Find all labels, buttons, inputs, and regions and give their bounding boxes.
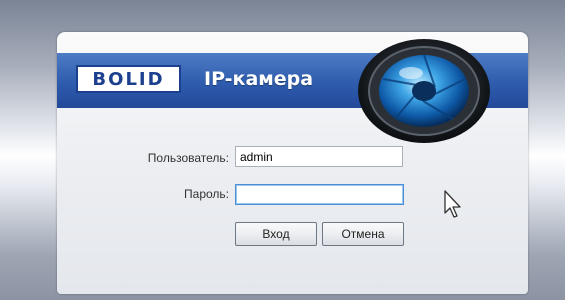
username-input[interactable] — [235, 146, 403, 167]
username-label: Пользователь: — [147, 151, 229, 165]
bolid-logo: BOLID — [76, 65, 181, 93]
password-label: Пароль: — [184, 187, 229, 201]
product-title: IP-камера — [204, 68, 314, 90]
password-input[interactable] — [235, 184, 404, 205]
logo-text: BOLID — [92, 68, 165, 90]
mouse-cursor-icon — [444, 190, 461, 218]
camera-lens-icon — [358, 39, 490, 143]
login-button[interactable]: Вход — [235, 222, 317, 246]
login-panel: BOLID IP-камера Пользователь: admin Паро… — [57, 32, 528, 294]
header-banner: BOLID IP-камера — [57, 39, 528, 143]
cancel-button[interactable]: Отмена — [322, 222, 404, 246]
